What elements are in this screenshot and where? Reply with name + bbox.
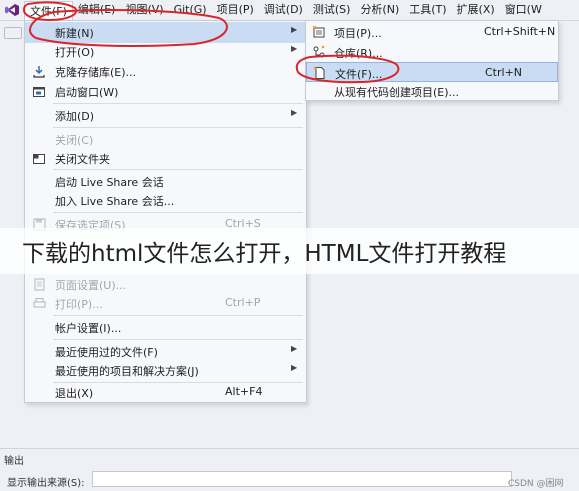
file-menu-clone-label: 克隆存储库(E)... xyxy=(55,66,137,79)
file-menu-open-label: 打开(O) xyxy=(55,46,95,59)
file-menu-add-label: 添加(D) xyxy=(55,110,95,123)
menu-window[interactable]: 窗口(W xyxy=(500,0,547,20)
toolbar-tab-icon[interactable] xyxy=(4,27,22,39)
start-window-icon xyxy=(31,84,47,99)
file-menu-close-folder-label: 关闭文件夹 xyxy=(55,153,110,166)
new-repository-label: 仓库(R)... xyxy=(334,47,383,60)
new-file-item[interactable]: 文件(F)... Ctrl+N xyxy=(306,62,558,82)
file-menu-join-live-share[interactable]: 加入 Live Share 会话... xyxy=(25,190,306,211)
output-panel: 输出 显示输出来源(S): xyxy=(0,448,579,491)
print-icon xyxy=(31,296,47,311)
file-menu-add[interactable]: 添加(D) ▶ xyxy=(25,105,306,126)
credit-watermark: CSDN @困网 xyxy=(508,479,564,489)
output-panel-title: 输出 xyxy=(4,456,24,467)
file-menu-recent-files-label: 最近使用过的文件(F) xyxy=(55,346,158,359)
menu-git[interactable]: Git(G) xyxy=(169,0,212,20)
file-menu-join-live-share-label: 加入 Live Share 会话... xyxy=(55,195,175,208)
clone-download-icon xyxy=(31,64,47,79)
file-menu-account-settings[interactable]: 帐户设置(I)... xyxy=(25,317,306,338)
file-menu-new-label: 新建(N) xyxy=(55,27,94,40)
file-menu-print[interactable]: 打印(P)... Ctrl+P xyxy=(25,293,306,314)
new-project-item[interactable]: 项目(P)... Ctrl+Shift+N xyxy=(306,22,558,42)
file-menu-start-window-label: 启动窗口(W) xyxy=(55,86,119,99)
file-menu-recent-projects-label: 最近使用的项目和解决方案(J) xyxy=(55,365,199,378)
menu-tools[interactable]: 工具(T) xyxy=(404,0,451,20)
file-menu-exit-label: 退出(X) xyxy=(55,387,94,400)
new-project-label: 项目(P)... xyxy=(334,27,382,40)
menu-extensions[interactable]: 扩展(X) xyxy=(452,0,500,20)
page-setup-icon xyxy=(31,277,47,292)
new-repository-icon xyxy=(311,44,327,59)
file-menu-close-folder[interactable]: 关闭文件夹 xyxy=(25,148,306,169)
file-menu-recent-projects[interactable]: 最近使用的项目和解决方案(J) ▶ xyxy=(25,360,306,381)
output-source-select[interactable] xyxy=(92,471,512,487)
file-menu-new[interactable]: 新建(N) ▶ xyxy=(25,22,306,43)
file-menu-page-setup[interactable]: 页面设置(U)... xyxy=(25,274,306,295)
submenu-arrow-icon: ▶ xyxy=(291,108,298,117)
menu-separator xyxy=(53,339,303,340)
output-source-label: 显示输出来源(S): xyxy=(7,478,85,489)
menu-separator xyxy=(53,127,303,128)
close-folder-icon xyxy=(31,151,47,166)
new-project-icon xyxy=(311,24,327,39)
watermark-title: 下载的html文件怎么打开，HTML文件打开教程 xyxy=(22,241,507,267)
file-menu-close[interactable]: 关闭(C) xyxy=(25,129,306,150)
menu-separator xyxy=(53,315,303,316)
menu-separator xyxy=(53,212,303,213)
file-menu-exit[interactable]: 退出(X) Alt+F4 xyxy=(25,382,306,403)
file-menu-account-settings-label: 帐户设置(I)... xyxy=(55,322,122,335)
new-file-label: 文件(F)... xyxy=(335,68,383,81)
menu-test[interactable]: 测试(S) xyxy=(308,0,356,20)
new-from-existing-code-item[interactable]: 从现有代码创建项目(E)... xyxy=(306,81,558,101)
file-menu-start-live-share-label: 启动 Live Share 会话 xyxy=(55,176,164,189)
menu-file[interactable]: 文件(F) xyxy=(24,0,73,20)
file-menu-print-label: 打印(P)... xyxy=(55,298,103,311)
new-submenu: 项目(P)... Ctrl+Shift+N 仓库(R)... 文件(F)... … xyxy=(305,20,559,101)
file-menu-print-shortcut: Ctrl+P xyxy=(225,296,261,309)
file-menu-exit-shortcut: Alt+F4 xyxy=(225,385,263,398)
file-menu-dropdown: 新建(N) ▶ 打开(O) ▶ 克隆存储库(E)... 启动窗口(W) 添加(D… xyxy=(24,20,307,403)
new-icon xyxy=(31,25,47,40)
menu-debug[interactable]: 调试(D) xyxy=(259,0,308,20)
submenu-arrow-icon: ▶ xyxy=(291,344,298,353)
new-repository-item[interactable]: 仓库(R)... xyxy=(306,42,558,62)
menu-edit[interactable]: 编辑(E) xyxy=(73,0,121,20)
submenu-arrow-icon: ▶ xyxy=(291,363,298,372)
new-file-shortcut: Ctrl+N xyxy=(485,66,523,79)
menu-view[interactable]: 视图(V) xyxy=(120,0,168,20)
file-menu-page-setup-label: 页面设置(U)... xyxy=(55,279,127,292)
file-menu-open[interactable]: 打开(O) ▶ xyxy=(25,41,306,62)
file-menu-start-live-share[interactable]: 启动 Live Share 会话 xyxy=(25,171,306,192)
menu-separator xyxy=(53,103,303,104)
menu-separator xyxy=(53,169,303,170)
submenu-arrow-icon: ▶ xyxy=(291,44,298,53)
menu-bar: 文件(F) 编辑(E) 视图(V) Git(G) 项目(P) 调试(D) 测试(… xyxy=(0,0,579,21)
file-menu-clone[interactable]: 克隆存储库(E)... xyxy=(25,61,306,82)
menu-analyze[interactable]: 分析(N) xyxy=(355,0,404,20)
file-menu-recent-files[interactable]: 最近使用过的文件(F) ▶ xyxy=(25,341,306,362)
menu-project[interactable]: 项目(P) xyxy=(212,0,259,20)
file-menu-close-label: 关闭(C) xyxy=(55,134,94,147)
submenu-arrow-icon: ▶ xyxy=(291,25,298,34)
visual-studio-logo-icon[interactable] xyxy=(0,0,24,20)
new-project-shortcut: Ctrl+Shift+N xyxy=(484,25,556,38)
new-file-icon xyxy=(312,65,328,80)
new-from-existing-code-label: 从现有代码创建项目(E)... xyxy=(334,86,460,99)
file-menu-start-window[interactable]: 启动窗口(W) xyxy=(25,81,306,102)
